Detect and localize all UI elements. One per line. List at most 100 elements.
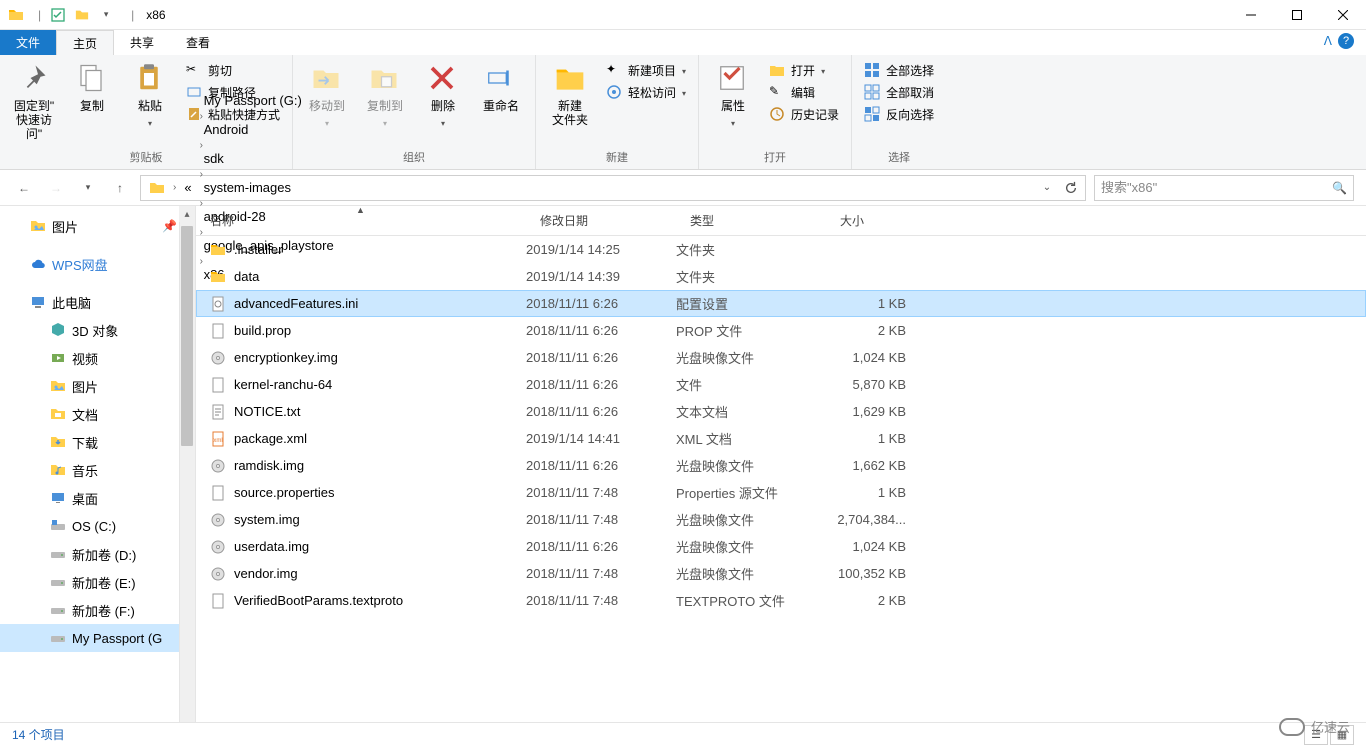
- sidebar-item[interactable]: 图片 📌: [0, 212, 195, 240]
- history-button[interactable]: 历史记录: [763, 103, 845, 125]
- open-button[interactable]: 打开 ▾: [763, 59, 845, 81]
- sidebar-item[interactable]: My Passport (G: [0, 624, 195, 652]
- chevron-right-icon[interactable]: ›: [198, 111, 205, 122]
- select-all-button[interactable]: 全部选择: [858, 59, 940, 81]
- sidebar-item-label: 文档: [72, 405, 98, 424]
- sidebar-item-label: 图片: [52, 217, 78, 236]
- file-row[interactable]: userdata.img2018/11/11 6:26光盘映像文件1,024 K…: [196, 533, 1366, 560]
- sidebar-item[interactable]: 文档: [0, 400, 195, 428]
- breadcrumb-segment[interactable]: system-images: [198, 180, 340, 195]
- file-row[interactable]: VerifiedBootParams.textproto2018/11/11 7…: [196, 587, 1366, 614]
- properties-button[interactable]: 属性▾: [705, 59, 761, 132]
- sidebar-item-label: 音乐: [72, 461, 98, 480]
- up-button[interactable]: ↑: [108, 176, 132, 200]
- minimize-button[interactable]: [1228, 0, 1274, 30]
- file-row[interactable]: system.img2018/11/11 7:48光盘映像文件2,704,384…: [196, 506, 1366, 533]
- search-icon[interactable]: 🔍: [1332, 181, 1347, 195]
- sidebar-item[interactable]: OS (C:): [0, 512, 195, 540]
- sidebar-item[interactable]: 新加卷 (D:): [0, 540, 195, 568]
- file-row[interactable]: advancedFeatures.ini2018/11/11 6:26配置设置1…: [196, 290, 1366, 317]
- qat-properties-icon[interactable]: [47, 4, 69, 26]
- paste-button[interactable]: 粘贴 ▾: [122, 59, 178, 132]
- column-size[interactable]: 大小: [826, 206, 926, 235]
- file-size: 2 KB: [826, 593, 926, 608]
- file-name: VerifiedBootParams.textproto: [234, 593, 403, 608]
- sidebar-item[interactable]: 桌面: [0, 484, 195, 512]
- sidebar-item[interactable]: 音乐: [0, 456, 195, 484]
- scroll-up-icon[interactable]: ▴: [179, 206, 195, 222]
- column-type[interactable]: 类型: [676, 206, 826, 235]
- delete-button[interactable]: 删除▾: [415, 59, 471, 132]
- sidebar-item[interactable]: 新加卷 (F:): [0, 596, 195, 624]
- sidebar-item[interactable]: 此电脑: [0, 288, 195, 316]
- pin-icon: 📌: [162, 219, 177, 233]
- chevron-right-icon[interactable]: ›: [198, 140, 205, 151]
- copy-button[interactable]: 复制: [64, 59, 120, 117]
- file-row[interactable]: xmlpackage.xml2019/1/14 14:41XML 文档1 KB: [196, 425, 1366, 452]
- breadcrumb-overflow[interactable]: «: [178, 176, 197, 200]
- file-row[interactable]: vendor.img2018/11/11 7:48光盘映像文件100,352 K…: [196, 560, 1366, 587]
- search-box[interactable]: 🔍: [1094, 175, 1354, 201]
- ribbon-collapse-icon[interactable]: ᐱ: [1324, 34, 1332, 48]
- breadcrumb-root[interactable]: [143, 176, 171, 200]
- file-row[interactable]: kernel-ranchu-642018/11/11 6:26文件5,870 K…: [196, 371, 1366, 398]
- ribbon-group-new: 新建 文件夹 ✦新建项目 ▾ 轻松访问 ▾ 新建: [536, 55, 699, 169]
- sidebar-item-label: 此电脑: [52, 293, 91, 312]
- refresh-button[interactable]: [1059, 176, 1083, 200]
- rename-icon: [485, 63, 517, 95]
- pin-to-quick-access-button[interactable]: 固定到" 快速访问": [6, 59, 62, 145]
- rename-button[interactable]: 重命名: [473, 59, 529, 117]
- file-row[interactable]: .installer2019/1/14 14:25文件夹: [196, 236, 1366, 263]
- file-icon: [210, 593, 226, 609]
- file-row[interactable]: build.prop2018/11/11 6:26PROP 文件2 KB: [196, 317, 1366, 344]
- help-icon[interactable]: ?: [1338, 33, 1354, 49]
- tab-view[interactable]: 查看: [170, 30, 226, 55]
- column-name[interactable]: ▲名称: [196, 206, 526, 235]
- music-icon: [50, 462, 66, 478]
- column-date[interactable]: 修改日期: [526, 206, 676, 235]
- file-row[interactable]: encryptionkey.img2018/11/11 6:26光盘映像文件1,…: [196, 344, 1366, 371]
- breadcrumb-segment[interactable]: My Passport (G:): [198, 93, 340, 108]
- file-size: 1,629 KB: [826, 404, 926, 419]
- new-folder-button[interactable]: 新建 文件夹: [542, 59, 598, 131]
- scroll-thumb[interactable]: [181, 226, 193, 446]
- qat-folder-icon[interactable]: [71, 4, 93, 26]
- address-bar[interactable]: › « My Passport (G:)›Android›sdk›system-…: [140, 175, 1086, 201]
- new-item-button[interactable]: ✦新建项目 ▾: [600, 59, 692, 81]
- close-button[interactable]: [1320, 0, 1366, 30]
- sidebar-item[interactable]: 图片: [0, 372, 195, 400]
- tab-home[interactable]: 主页: [56, 30, 114, 55]
- breadcrumb-segment[interactable]: sdk: [198, 151, 340, 166]
- sidebar-scrollbar[interactable]: ▴ ▾: [179, 206, 195, 741]
- maximize-button[interactable]: [1274, 0, 1320, 30]
- forward-button[interactable]: →: [44, 176, 68, 200]
- tab-file[interactable]: 文件: [0, 30, 56, 55]
- folder-icon: [210, 269, 226, 285]
- invert-selection-button[interactable]: 反向选择: [858, 103, 940, 125]
- tab-share[interactable]: 共享: [114, 30, 170, 55]
- file-row[interactable]: NOTICE.txt2018/11/11 6:26文本文档1,629 KB: [196, 398, 1366, 425]
- chevron-right-icon[interactable]: ›: [198, 169, 205, 180]
- address-dropdown-icon[interactable]: ⌄: [1035, 176, 1059, 200]
- select-none-button[interactable]: 全部取消: [858, 81, 940, 103]
- file-row[interactable]: source.properties2018/11/11 7:48Properti…: [196, 479, 1366, 506]
- sidebar-item[interactable]: 新加卷 (E:): [0, 568, 195, 596]
- file-type: 光盘映像文件: [676, 537, 826, 556]
- edit-button[interactable]: ✎编辑: [763, 81, 845, 103]
- copy-icon: [76, 63, 108, 95]
- sidebar-item[interactable]: WPS网盘: [0, 250, 195, 278]
- sidebar-item[interactable]: 3D 对象: [0, 316, 195, 344]
- copy-to-button[interactable]: 复制到▾: [357, 59, 413, 132]
- search-input[interactable]: [1101, 180, 1332, 195]
- cut-button[interactable]: ✂剪切: [180, 59, 286, 81]
- qat-dropdown-icon[interactable]: ▾: [95, 4, 117, 26]
- breadcrumb-segment[interactable]: Android: [198, 122, 340, 137]
- back-button[interactable]: ←: [12, 176, 36, 200]
- easy-access-button[interactable]: 轻松访问 ▾: [600, 81, 692, 103]
- recent-locations-button[interactable]: ▾: [76, 176, 100, 200]
- file-type: 光盘映像文件: [676, 456, 826, 475]
- sidebar-item[interactable]: 视频: [0, 344, 195, 372]
- file-row[interactable]: data2019/1/14 14:39文件夹: [196, 263, 1366, 290]
- file-row[interactable]: ramdisk.img2018/11/11 6:26光盘映像文件1,662 KB: [196, 452, 1366, 479]
- sidebar-item[interactable]: 下载: [0, 428, 195, 456]
